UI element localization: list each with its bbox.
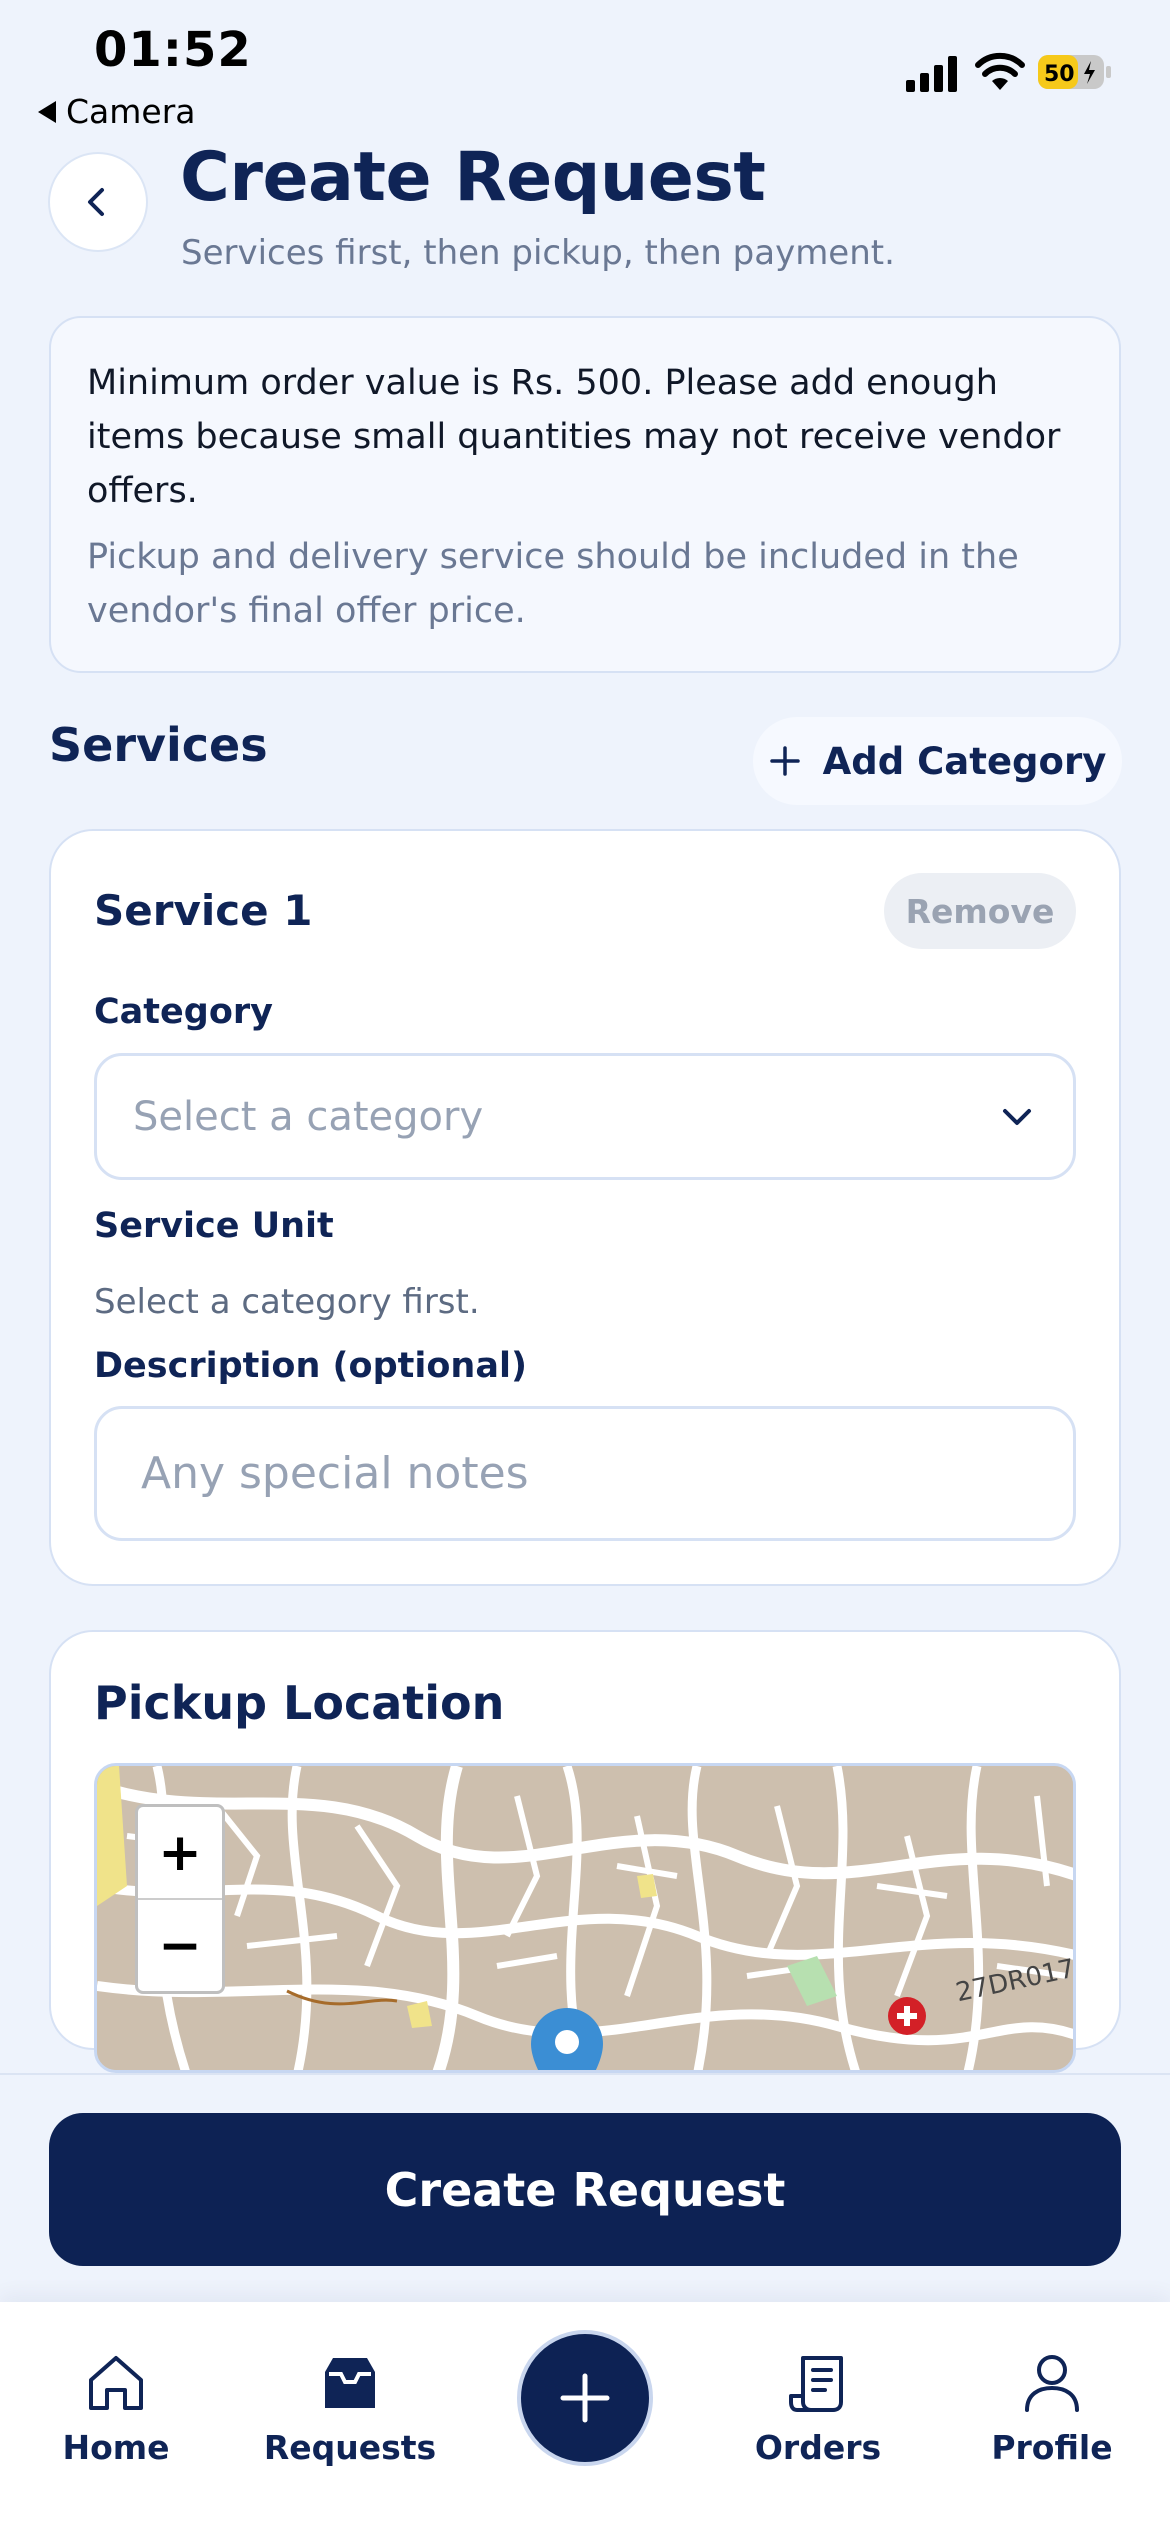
page-subtitle: Services first, then pickup, then paymen… [181, 233, 895, 273]
plus-icon [769, 746, 800, 776]
tab-profile-label: Profile [991, 2428, 1113, 2467]
back-button[interactable] [48, 152, 148, 252]
back-to-app-link[interactable]: Camera [38, 92, 196, 131]
tab-profile[interactable]: Profile [952, 2352, 1152, 2467]
services-heading: Services [49, 718, 268, 772]
tab-orders[interactable]: Orders [718, 2352, 918, 2467]
user-icon [1025, 2355, 1079, 2412]
add-category-label: Add Category [822, 739, 1107, 783]
tab-requests[interactable]: Requests [250, 2352, 450, 2467]
add-category-button[interactable]: Add Category [753, 717, 1122, 805]
info-card: Minimum order value is Rs. 500. Please a… [49, 316, 1121, 673]
zoom-out-button[interactable]: − [138, 1898, 222, 1991]
tab-requests-label: Requests [263, 2428, 437, 2467]
chevron-left-icon [88, 188, 104, 216]
category-label: Category [94, 992, 273, 1032]
location-pin-icon [531, 2008, 603, 2070]
pickup-location-heading: Pickup Location [94, 1676, 505, 1730]
wifi-icon [975, 52, 1025, 90]
pickup-map[interactable]: + − 27DR017 [94, 1763, 1076, 2073]
pickup-delivery-note: Pickup and delivery service should be in… [87, 537, 1019, 631]
service-unit-helper: Select a category first. [94, 1282, 480, 1322]
home-icon [89, 2356, 143, 2410]
status-time: 01:52 [94, 22, 252, 78]
back-app-label: Camera [66, 92, 196, 131]
description-input[interactable]: Any special notes [94, 1406, 1076, 1541]
zoom-in-button[interactable]: + [138, 1807, 222, 1898]
receipt-icon [789, 2356, 843, 2412]
battery-level: 50 [1044, 62, 1075, 87]
tab-home[interactable]: Home [16, 2352, 216, 2467]
tab-home-label: Home [62, 2428, 170, 2467]
map-zoom-control: + − [135, 1804, 225, 1994]
category-select[interactable]: Select a category [94, 1053, 1076, 1180]
inbox-icon [325, 2358, 375, 2408]
create-request-button[interactable]: Create Request [49, 2113, 1121, 2266]
chevron-down-icon [1003, 1108, 1031, 1125]
service-title: Service 1 [94, 886, 313, 935]
tab-orders-label: Orders [754, 2428, 882, 2467]
description-placeholder: Any special notes [141, 1448, 529, 1499]
hospital-marker-icon [888, 1997, 926, 2035]
min-order-notice: Minimum order value is Rs. 500. Please a… [87, 363, 1061, 511]
category-placeholder: Select a category [133, 1093, 484, 1140]
plus-icon [560, 2373, 610, 2423]
service-unit-label: Service Unit [94, 1206, 334, 1246]
cellular-signal-icon [906, 56, 957, 92]
page-title: Create Request [180, 138, 766, 217]
remove-service-button[interactable]: Remove [884, 873, 1076, 949]
battery-icon: 50 [1038, 55, 1111, 89]
back-triangle-icon [38, 100, 56, 123]
description-label: Description (optional) [94, 1346, 527, 1386]
new-request-fab[interactable] [517, 2330, 653, 2466]
